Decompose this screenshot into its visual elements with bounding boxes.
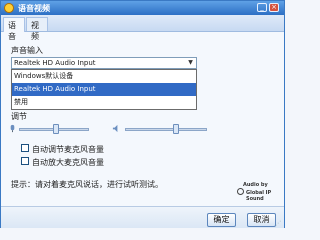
chevron-down-icon[interactable]: ▼ (186, 59, 195, 67)
audio-by-label: Audio by (243, 182, 268, 188)
voice-input-label: 声音输入 (11, 46, 43, 55)
input-device-select[interactable]: Realtek HD Audio Input ▼ (11, 57, 197, 69)
input-device-dropdown: Windows默认设备 Realtek HD Audio Input 禁用 (11, 69, 197, 110)
auto-adjust-mic-label: 自动调节麦克风音量 (32, 145, 104, 154)
dropdown-option-default[interactable]: Windows默认设备 (12, 70, 196, 83)
adjust-label: 调节 (11, 112, 27, 121)
speaker-icon (112, 124, 118, 133)
microphone-icon (10, 124, 15, 133)
qq-penguin-icon (4, 3, 14, 13)
auto-amplify-mic-checkbox[interactable] (21, 157, 29, 165)
hint-text: 提示：请对着麦克风说话，进行试听测试。 (11, 180, 163, 189)
dropdown-option-realtek[interactable]: Realtek HD Audio Input (12, 83, 196, 96)
close-button[interactable]: × (269, 3, 279, 12)
auto-adjust-mic-checkbox[interactable] (21, 144, 29, 152)
voice-video-dialog: 语音视频 _ × 语音 视频 声音输入 Realtek HD Audio Inp… (0, 0, 285, 228)
globe-icon (237, 188, 244, 195)
speaker-volume-thumb[interactable] (173, 124, 179, 134)
close-icon: × (271, 3, 277, 11)
tab-audio[interactable]: 语音 (3, 17, 25, 41)
title-bar[interactable]: 语音视频 _ × (1, 1, 284, 15)
window-title: 语音视频 (18, 4, 50, 13)
dropdown-option-disable[interactable]: 禁用 (12, 96, 196, 109)
minimize-icon: _ (260, 3, 264, 11)
minimize-button[interactable]: _ (257, 3, 267, 12)
ok-button[interactable]: 确定 (207, 213, 236, 227)
resize-grip-icon[interactable]: ⋰ (275, 220, 283, 227)
input-device-value: Realtek HD Audio Input (14, 59, 96, 67)
mic-volume-thumb[interactable] (53, 124, 59, 134)
tab-video[interactable]: 视频 (26, 17, 48, 41)
cancel-button[interactable]: 取消 (247, 213, 276, 227)
auto-amplify-mic-label: 自动放大麦克风音量 (32, 158, 104, 167)
button-bar (1, 206, 284, 228)
speaker-volume-track[interactable] (125, 128, 207, 131)
tab-strip: 语音 视频 (1, 15, 284, 41)
brand-name: Global IP Sound (246, 190, 272, 202)
